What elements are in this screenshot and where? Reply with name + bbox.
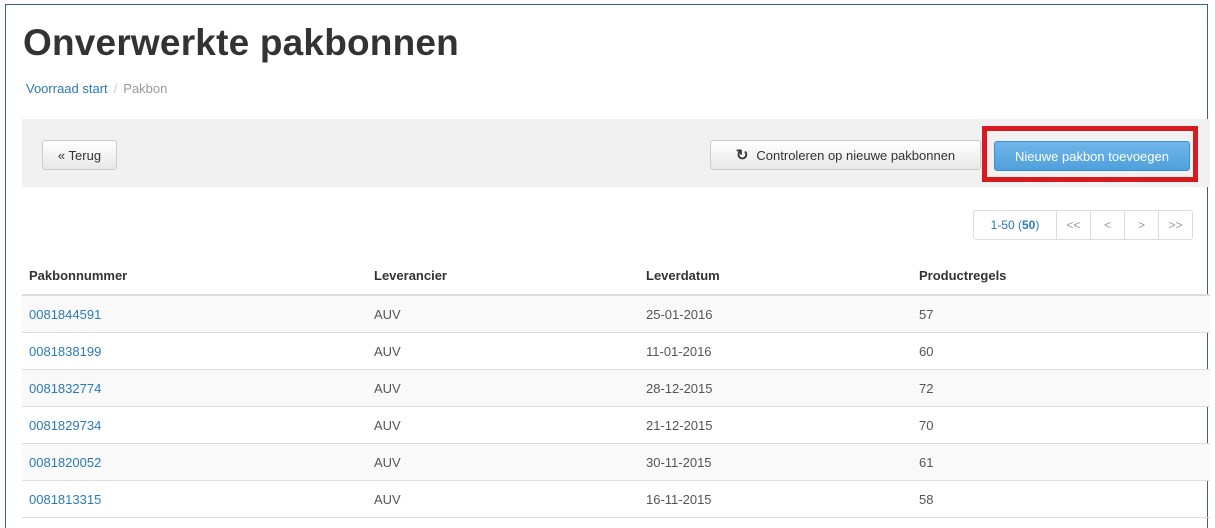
table-cell-leverancier: AUV	[367, 443, 639, 481]
table-cell-productregels: 70	[912, 406, 1210, 444]
table-cell-pakbonnummer: 0081832774	[22, 369, 367, 407]
pagination-first-button[interactable]: <<	[1056, 211, 1090, 239]
column-header-pakbonnummer[interactable]: Pakbonnummer	[22, 256, 367, 296]
breadcrumb-separator: /	[113, 81, 118, 96]
back-button[interactable]: « Terug	[42, 140, 117, 170]
table-cell-leverdatum: 30-11-2015	[639, 443, 912, 481]
page-title: Onverwerkte pakbonnen	[23, 22, 459, 63]
table-cell-pakbonnummer: 0081838199	[22, 332, 367, 370]
table-cell-productregels: 61	[912, 443, 1210, 481]
table-cell-productregels: 60	[912, 332, 1210, 370]
add-packing-slip-button[interactable]: Nieuwe pakbon toevoegen	[994, 141, 1190, 171]
table-cell-pakbonnummer: 0081829734	[22, 406, 367, 444]
pagination-total: 50	[1022, 218, 1036, 232]
pagination-prev-button[interactable]: <	[1090, 211, 1124, 239]
pakbon-link[interactable]: 0081832774	[29, 381, 101, 396]
column-header-leverancier[interactable]: Leverancier	[367, 256, 639, 296]
pakbon-link[interactable]: 0081838199	[29, 344, 101, 359]
table-cell-leverancier: AUV	[367, 406, 639, 444]
pagination-next-button[interactable]: >	[1124, 211, 1158, 239]
table-cell-leverancier: AUV	[367, 369, 639, 407]
packing-slips-table: Pakbonnummer Leverancier Leverdatum Prod…	[22, 256, 1210, 518]
table-cell-leverdatum: 16-11-2015	[639, 480, 912, 518]
table-cell-productregels: 72	[912, 369, 1210, 407]
table-cell-pakbonnummer: 0081820052	[22, 443, 367, 481]
pakbon-link[interactable]: 0081829734	[29, 418, 101, 433]
table-cell-pakbonnummer: 0081844591	[22, 295, 367, 333]
pagination: 1-50 (50) << < > >>	[973, 210, 1193, 240]
table-row: 0081820052 AUV 30-11-2015 61	[22, 443, 1210, 481]
pakbon-link[interactable]: 0081813315	[29, 492, 101, 507]
breadcrumb-home-link[interactable]: Voorraad start	[26, 81, 108, 96]
table-header-row: Pakbonnummer Leverancier Leverdatum Prod…	[22, 256, 1210, 296]
pagination-last-button[interactable]: >>	[1158, 211, 1192, 239]
action-toolbar: « Terug ↻ Controleren op nieuwe pakbonne…	[22, 119, 1210, 187]
table-cell-pakbonnummer: 0081813315	[22, 480, 367, 518]
table-cell-leverancier: AUV	[367, 332, 639, 370]
column-header-leverdatum[interactable]: Leverdatum	[639, 256, 912, 296]
refresh-icon: ↻	[735, 147, 749, 164]
table-cell-leverdatum: 28-12-2015	[639, 369, 912, 407]
table-cell-productregels: 57	[912, 295, 1210, 333]
table-cell-leverdatum: 11-01-2016	[639, 332, 912, 370]
table-row: 0081832774 AUV 28-12-2015 72	[22, 369, 1210, 407]
table-cell-leverdatum: 21-12-2015	[639, 406, 912, 444]
breadcrumb-current: Pakbon	[123, 81, 168, 96]
pakbon-link[interactable]: 0081844591	[29, 307, 101, 322]
table-cell-leverancier: AUV	[367, 480, 639, 518]
breadcrumb: Voorraad start / Pakbon	[26, 81, 167, 96]
table-row: 0081838199 AUV 11-01-2016 60	[22, 332, 1210, 370]
table-row: 0081813315 AUV 16-11-2015 58	[22, 480, 1210, 518]
column-header-productregels[interactable]: Productregels	[912, 256, 1210, 296]
pakbon-link[interactable]: 0081820052	[29, 455, 101, 470]
table-row: 0081844591 AUV 25-01-2016 57	[22, 295, 1210, 333]
table-cell-leverdatum: 25-01-2016	[639, 295, 912, 333]
check-new-packing-slips-button[interactable]: ↻ Controleren op nieuwe pakbonnen	[710, 140, 981, 170]
check-new-packing-slips-label: Controleren op nieuwe pakbonnen	[756, 147, 956, 163]
pagination-range: 1-50 (50)	[990, 218, 1040, 232]
table-cell-leverancier: AUV	[367, 295, 639, 333]
table-row: 0081829734 AUV 21-12-2015 70	[22, 406, 1210, 444]
table-cell-productregels: 58	[912, 480, 1210, 518]
